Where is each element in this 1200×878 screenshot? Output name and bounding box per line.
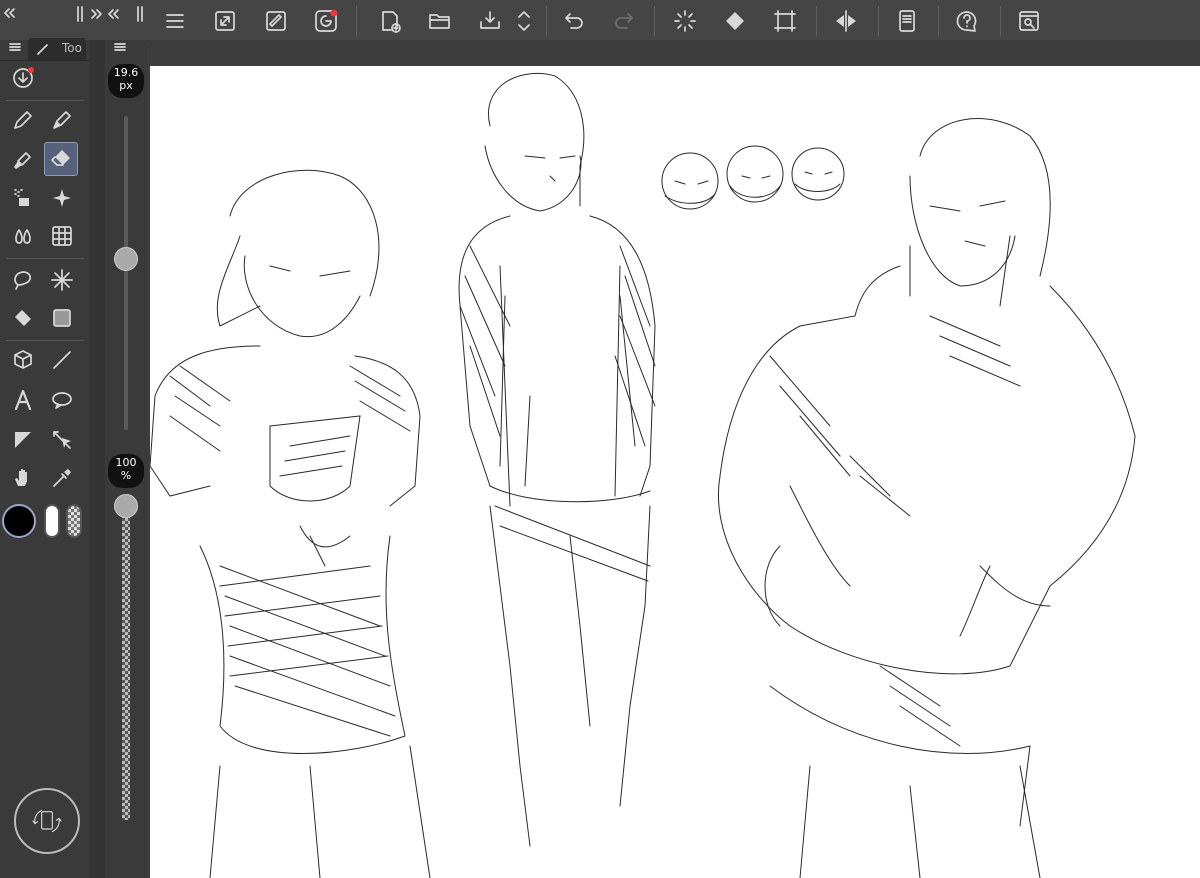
- opacity-value: 100: [115, 456, 137, 469]
- pen-tab-icon: [36, 42, 50, 56]
- opacity-thumb[interactable]: [114, 494, 138, 518]
- grid-ruler-icon[interactable]: [50, 224, 74, 248]
- panel-expand-icon[interactable]: [90, 7, 104, 21]
- airbrush-icon[interactable]: [11, 186, 35, 210]
- sketch-figure-right: [718, 118, 1136, 878]
- move-layer-icon[interactable]: [50, 428, 74, 452]
- pen-icon[interactable]: [11, 108, 35, 132]
- drawing-canvas[interactable]: [150, 66, 1200, 878]
- toolbar-separator: [878, 6, 879, 36]
- toolbar-separator: [816, 6, 817, 36]
- opacity-indicator: 100 %: [108, 454, 144, 488]
- brush-size-value: 19.6: [113, 66, 139, 79]
- updown-icon[interactable]: [514, 8, 534, 34]
- help-icon[interactable]: [954, 8, 980, 34]
- fill-tool-icon[interactable]: [11, 306, 35, 330]
- settings-icon[interactable]: [1016, 8, 1042, 34]
- brush-icon[interactable]: [11, 148, 35, 172]
- top-toolbar: [0, 0, 1200, 41]
- brush-size-panel: 19.6 px 100 %: [105, 40, 147, 878]
- panel-menu-icon[interactable]: [8, 40, 22, 54]
- canvas-area: [148, 40, 1200, 878]
- loading-icon[interactable]: [672, 8, 698, 34]
- tool-panel: Too: [0, 38, 91, 878]
- fullscreen-icon[interactable]: [212, 8, 238, 34]
- divider: [6, 100, 84, 101]
- redo-icon[interactable]: [611, 8, 637, 34]
- smartphone-icon[interactable]: [894, 8, 920, 34]
- undo-icon[interactable]: [561, 8, 587, 34]
- toolbar-separator: [356, 6, 357, 36]
- sub-color-swatch[interactable]: [44, 504, 60, 538]
- fill-icon[interactable]: [722, 8, 748, 34]
- grip-icon[interactable]: [76, 6, 84, 22]
- size-indicator: 19.6 px: [108, 64, 144, 98]
- tool-tab[interactable]: Too: [28, 38, 86, 60]
- hand-icon[interactable]: [11, 466, 35, 490]
- eraser-icon[interactable]: [44, 142, 78, 176]
- toolbar-separator: [938, 6, 939, 36]
- new-canvas-icon[interactable]: [377, 8, 403, 34]
- auto-select-icon[interactable]: [50, 268, 74, 292]
- sketch-figure-middle: [458, 72, 845, 847]
- panel-gap: [90, 40, 105, 878]
- divider: [6, 340, 84, 341]
- sketch-figure-left: [150, 169, 431, 878]
- flip-icon[interactable]: [833, 8, 859, 34]
- sketch-drawing: [150, 72, 1136, 878]
- object-select-icon[interactable]: [11, 348, 35, 372]
- brush-size-thumb[interactable]: [114, 247, 138, 271]
- main-color-swatch[interactable]: [2, 504, 36, 538]
- panel-collapse-icon[interactable]: [106, 7, 120, 21]
- balloon-icon[interactable]: [50, 388, 74, 412]
- grip-icon[interactable]: [136, 6, 144, 22]
- line-icon[interactable]: [50, 348, 74, 372]
- eyedropper-icon[interactable]: [50, 466, 74, 490]
- decoration-icon[interactable]: [50, 186, 74, 210]
- companion-icon[interactable]: [313, 8, 339, 34]
- lasso-icon[interactable]: [11, 268, 35, 292]
- divider: [0, 60, 90, 61]
- save-icon[interactable]: [477, 8, 503, 34]
- frame-border-icon[interactable]: [11, 428, 35, 452]
- blend-icon[interactable]: [11, 224, 35, 248]
- download-icon[interactable]: [11, 66, 35, 90]
- gradient-icon[interactable]: [50, 306, 74, 330]
- divider: [6, 258, 84, 259]
- toolbar-separator: [546, 6, 547, 36]
- edit-icon[interactable]: [263, 8, 289, 34]
- panel-menu-icon[interactable]: [113, 40, 127, 54]
- transform-icon[interactable]: [772, 8, 798, 34]
- panel-collapse-left-icon[interactable]: [2, 6, 16, 20]
- text-icon[interactable]: [11, 388, 35, 412]
- pencil-icon[interactable]: [50, 108, 74, 132]
- open-folder-icon[interactable]: [427, 8, 453, 34]
- menu-icon[interactable]: [162, 8, 188, 34]
- toolbar-separator: [1000, 6, 1001, 36]
- brush-size-slider[interactable]: [114, 116, 138, 430]
- opacity-unit: %: [120, 469, 132, 482]
- transparent-color-swatch[interactable]: [66, 504, 82, 538]
- rotate-device-icon[interactable]: [14, 788, 80, 854]
- opacity-slider[interactable]: [114, 494, 138, 820]
- toolbar-separator: [654, 6, 655, 36]
- brush-size-unit: px: [119, 79, 133, 92]
- tool-tab-label: Too: [62, 41, 82, 55]
